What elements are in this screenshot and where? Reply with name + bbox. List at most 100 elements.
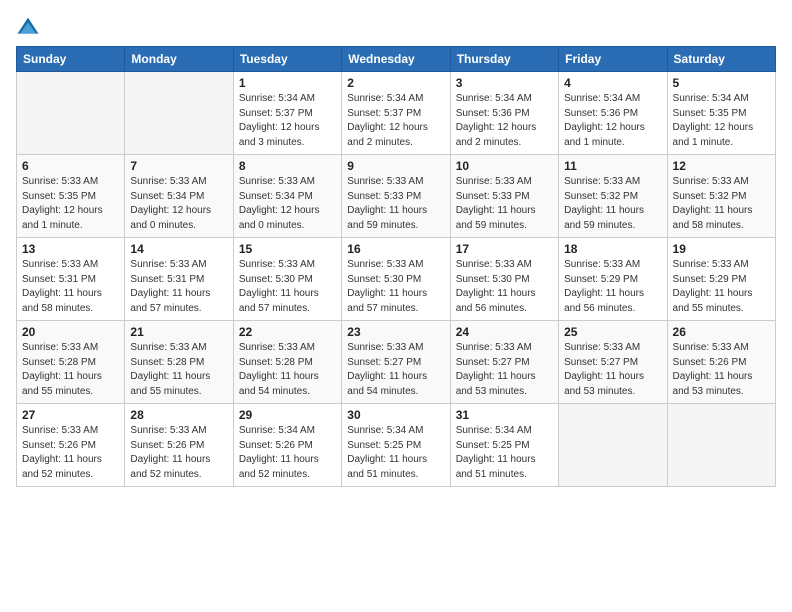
day-info: Sunrise: 5:33 AM Sunset: 5:31 PM Dayligh… [22, 258, 119, 316]
calendar-cell: 6 Sunrise: 5:33 AM Sunset: 5:35 PM Daylig… [17, 155, 125, 238]
day-number: 1 [239, 76, 336, 90]
day-info: Sunrise: 5:33 AM Sunset: 5:34 PM Dayligh… [130, 175, 227, 233]
calendar-cell: 13 Sunrise: 5:33 AM Sunset: 5:31 PM Dayli… [17, 238, 125, 321]
day-info: Sunrise: 5:33 AM Sunset: 5:29 PM Dayligh… [673, 258, 770, 316]
calendar-cell: 20 Sunrise: 5:33 AM Sunset: 5:28 PM Dayli… [17, 321, 125, 404]
day-info: Sunrise: 5:33 AM Sunset: 5:26 PM Dayligh… [673, 341, 770, 399]
calendar-cell: 10 Sunrise: 5:33 AM Sunset: 5:33 PM Dayli… [450, 155, 558, 238]
day-number: 17 [456, 242, 553, 256]
day-info: Sunrise: 5:33 AM Sunset: 5:28 PM Dayligh… [239, 341, 336, 399]
calendar-week-row: 6 Sunrise: 5:33 AM Sunset: 5:35 PM Daylig… [17, 155, 776, 238]
day-info: Sunrise: 5:33 AM Sunset: 5:34 PM Dayligh… [239, 175, 336, 233]
day-number: 10 [456, 159, 553, 173]
calendar-week-row: 1 Sunrise: 5:34 AM Sunset: 5:37 PM Daylig… [17, 72, 776, 155]
calendar-cell: 5 Sunrise: 5:34 AM Sunset: 5:35 PM Daylig… [667, 72, 775, 155]
calendar-cell: 17 Sunrise: 5:33 AM Sunset: 5:30 PM Dayli… [450, 238, 558, 321]
day-number: 24 [456, 325, 553, 339]
calendar-cell: 4 Sunrise: 5:34 AM Sunset: 5:36 PM Daylig… [559, 72, 667, 155]
day-info: Sunrise: 5:33 AM Sunset: 5:26 PM Dayligh… [130, 424, 227, 482]
calendar-week-row: 27 Sunrise: 5:33 AM Sunset: 5:26 PM Dayli… [17, 404, 776, 487]
calendar-cell: 23 Sunrise: 5:33 AM Sunset: 5:27 PM Dayli… [342, 321, 450, 404]
day-number: 15 [239, 242, 336, 256]
day-info: Sunrise: 5:33 AM Sunset: 5:31 PM Dayligh… [130, 258, 227, 316]
calendar-cell: 12 Sunrise: 5:33 AM Sunset: 5:32 PM Dayli… [667, 155, 775, 238]
weekday-header: Sunday [17, 47, 125, 72]
day-number: 8 [239, 159, 336, 173]
day-number: 13 [22, 242, 119, 256]
calendar-cell: 3 Sunrise: 5:34 AM Sunset: 5:36 PM Daylig… [450, 72, 558, 155]
day-number: 3 [456, 76, 553, 90]
day-info: Sunrise: 5:33 AM Sunset: 5:30 PM Dayligh… [456, 258, 553, 316]
calendar-cell: 30 Sunrise: 5:34 AM Sunset: 5:25 PM Dayli… [342, 404, 450, 487]
day-number: 30 [347, 408, 444, 422]
day-number: 20 [22, 325, 119, 339]
day-info: Sunrise: 5:33 AM Sunset: 5:30 PM Dayligh… [347, 258, 444, 316]
day-info: Sunrise: 5:34 AM Sunset: 5:37 PM Dayligh… [239, 92, 336, 150]
weekday-header: Tuesday [233, 47, 341, 72]
day-number: 6 [22, 159, 119, 173]
logo [16, 16, 44, 40]
weekday-header: Saturday [667, 47, 775, 72]
calendar-week-row: 13 Sunrise: 5:33 AM Sunset: 5:31 PM Dayli… [17, 238, 776, 321]
calendar-cell: 1 Sunrise: 5:34 AM Sunset: 5:37 PM Daylig… [233, 72, 341, 155]
day-info: Sunrise: 5:33 AM Sunset: 5:28 PM Dayligh… [130, 341, 227, 399]
day-number: 25 [564, 325, 661, 339]
calendar-cell: 26Sunrise: 5:33 AM Sunset: 5:26 PM Dayli… [667, 321, 775, 404]
calendar-cell [667, 404, 775, 487]
calendar-cell: 21 Sunrise: 5:33 AM Sunset: 5:28 PM Dayli… [125, 321, 233, 404]
day-info: Sunrise: 5:34 AM Sunset: 5:25 PM Dayligh… [347, 424, 444, 482]
day-info: Sunrise: 5:33 AM Sunset: 5:27 PM Dayligh… [347, 341, 444, 399]
day-number: 16 [347, 242, 444, 256]
day-info: Sunrise: 5:34 AM Sunset: 5:26 PM Dayligh… [239, 424, 336, 482]
calendar-cell: 15 Sunrise: 5:33 AM Sunset: 5:30 PM Dayli… [233, 238, 341, 321]
day-number: 11 [564, 159, 661, 173]
weekday-header: Monday [125, 47, 233, 72]
calendar-cell [559, 404, 667, 487]
day-number: 9 [347, 159, 444, 173]
day-info: Sunrise: 5:33 AM Sunset: 5:30 PM Dayligh… [239, 258, 336, 316]
day-number: 2 [347, 76, 444, 90]
day-number: 28 [130, 408, 227, 422]
calendar-cell: 29 Sunrise: 5:34 AM Sunset: 5:26 PM Dayli… [233, 404, 341, 487]
day-number: 29 [239, 408, 336, 422]
day-info: Sunrise: 5:33 AM Sunset: 5:32 PM Dayligh… [673, 175, 770, 233]
weekday-header-row: SundayMondayTuesdayWednesdayThursdayFrid… [17, 47, 776, 72]
calendar-cell: 2 Sunrise: 5:34 AM Sunset: 5:37 PM Daylig… [342, 72, 450, 155]
weekday-header: Wednesday [342, 47, 450, 72]
calendar-cell: 25 Sunrise: 5:33 AM Sunset: 5:27 PM Dayli… [559, 321, 667, 404]
day-number: 4 [564, 76, 661, 90]
calendar-cell [17, 72, 125, 155]
day-number: 19 [673, 242, 770, 256]
day-info: Sunrise: 5:33 AM Sunset: 5:27 PM Dayligh… [564, 341, 661, 399]
calendar-cell: 16 Sunrise: 5:33 AM Sunset: 5:30 PM Dayli… [342, 238, 450, 321]
day-number: 14 [130, 242, 227, 256]
day-info: Sunrise: 5:33 AM Sunset: 5:29 PM Dayligh… [564, 258, 661, 316]
day-number: 27 [22, 408, 119, 422]
calendar-cell: 27 Sunrise: 5:33 AM Sunset: 5:26 PM Dayli… [17, 404, 125, 487]
day-info: Sunrise: 5:34 AM Sunset: 5:35 PM Dayligh… [673, 92, 770, 150]
day-info: Sunrise: 5:34 AM Sunset: 5:36 PM Dayligh… [564, 92, 661, 150]
day-number: 18 [564, 242, 661, 256]
calendar-cell: 11 Sunrise: 5:33 AM Sunset: 5:32 PM Dayli… [559, 155, 667, 238]
day-number: 22 [239, 325, 336, 339]
calendar-week-row: 20 Sunrise: 5:33 AM Sunset: 5:28 PM Dayli… [17, 321, 776, 404]
day-info: Sunrise: 5:33 AM Sunset: 5:32 PM Dayligh… [564, 175, 661, 233]
calendar-cell: 7Sunrise: 5:33 AM Sunset: 5:34 PM Daylig… [125, 155, 233, 238]
day-info: Sunrise: 5:33 AM Sunset: 5:35 PM Dayligh… [22, 175, 119, 233]
calendar-cell: 19 Sunrise: 5:33 AM Sunset: 5:29 PM Dayli… [667, 238, 775, 321]
day-info: Sunrise: 5:33 AM Sunset: 5:26 PM Dayligh… [22, 424, 119, 482]
day-number: 5 [673, 76, 770, 90]
weekday-header: Friday [559, 47, 667, 72]
calendar-cell: 24Sunrise: 5:33 AM Sunset: 5:27 PM Dayli… [450, 321, 558, 404]
logo-icon [16, 16, 40, 40]
day-info: Sunrise: 5:34 AM Sunset: 5:36 PM Dayligh… [456, 92, 553, 150]
day-number: 21 [130, 325, 227, 339]
day-number: 23 [347, 325, 444, 339]
day-info: Sunrise: 5:34 AM Sunset: 5:37 PM Dayligh… [347, 92, 444, 150]
calendar-table: SundayMondayTuesdayWednesdayThursdayFrid… [16, 46, 776, 487]
calendar-cell: 22 Sunrise: 5:33 AM Sunset: 5:28 PM Dayli… [233, 321, 341, 404]
day-info: Sunrise: 5:34 AM Sunset: 5:25 PM Dayligh… [456, 424, 553, 482]
day-number: 12 [673, 159, 770, 173]
day-info: Sunrise: 5:33 AM Sunset: 5:33 PM Dayligh… [456, 175, 553, 233]
day-info: Sunrise: 5:33 AM Sunset: 5:28 PM Dayligh… [22, 341, 119, 399]
